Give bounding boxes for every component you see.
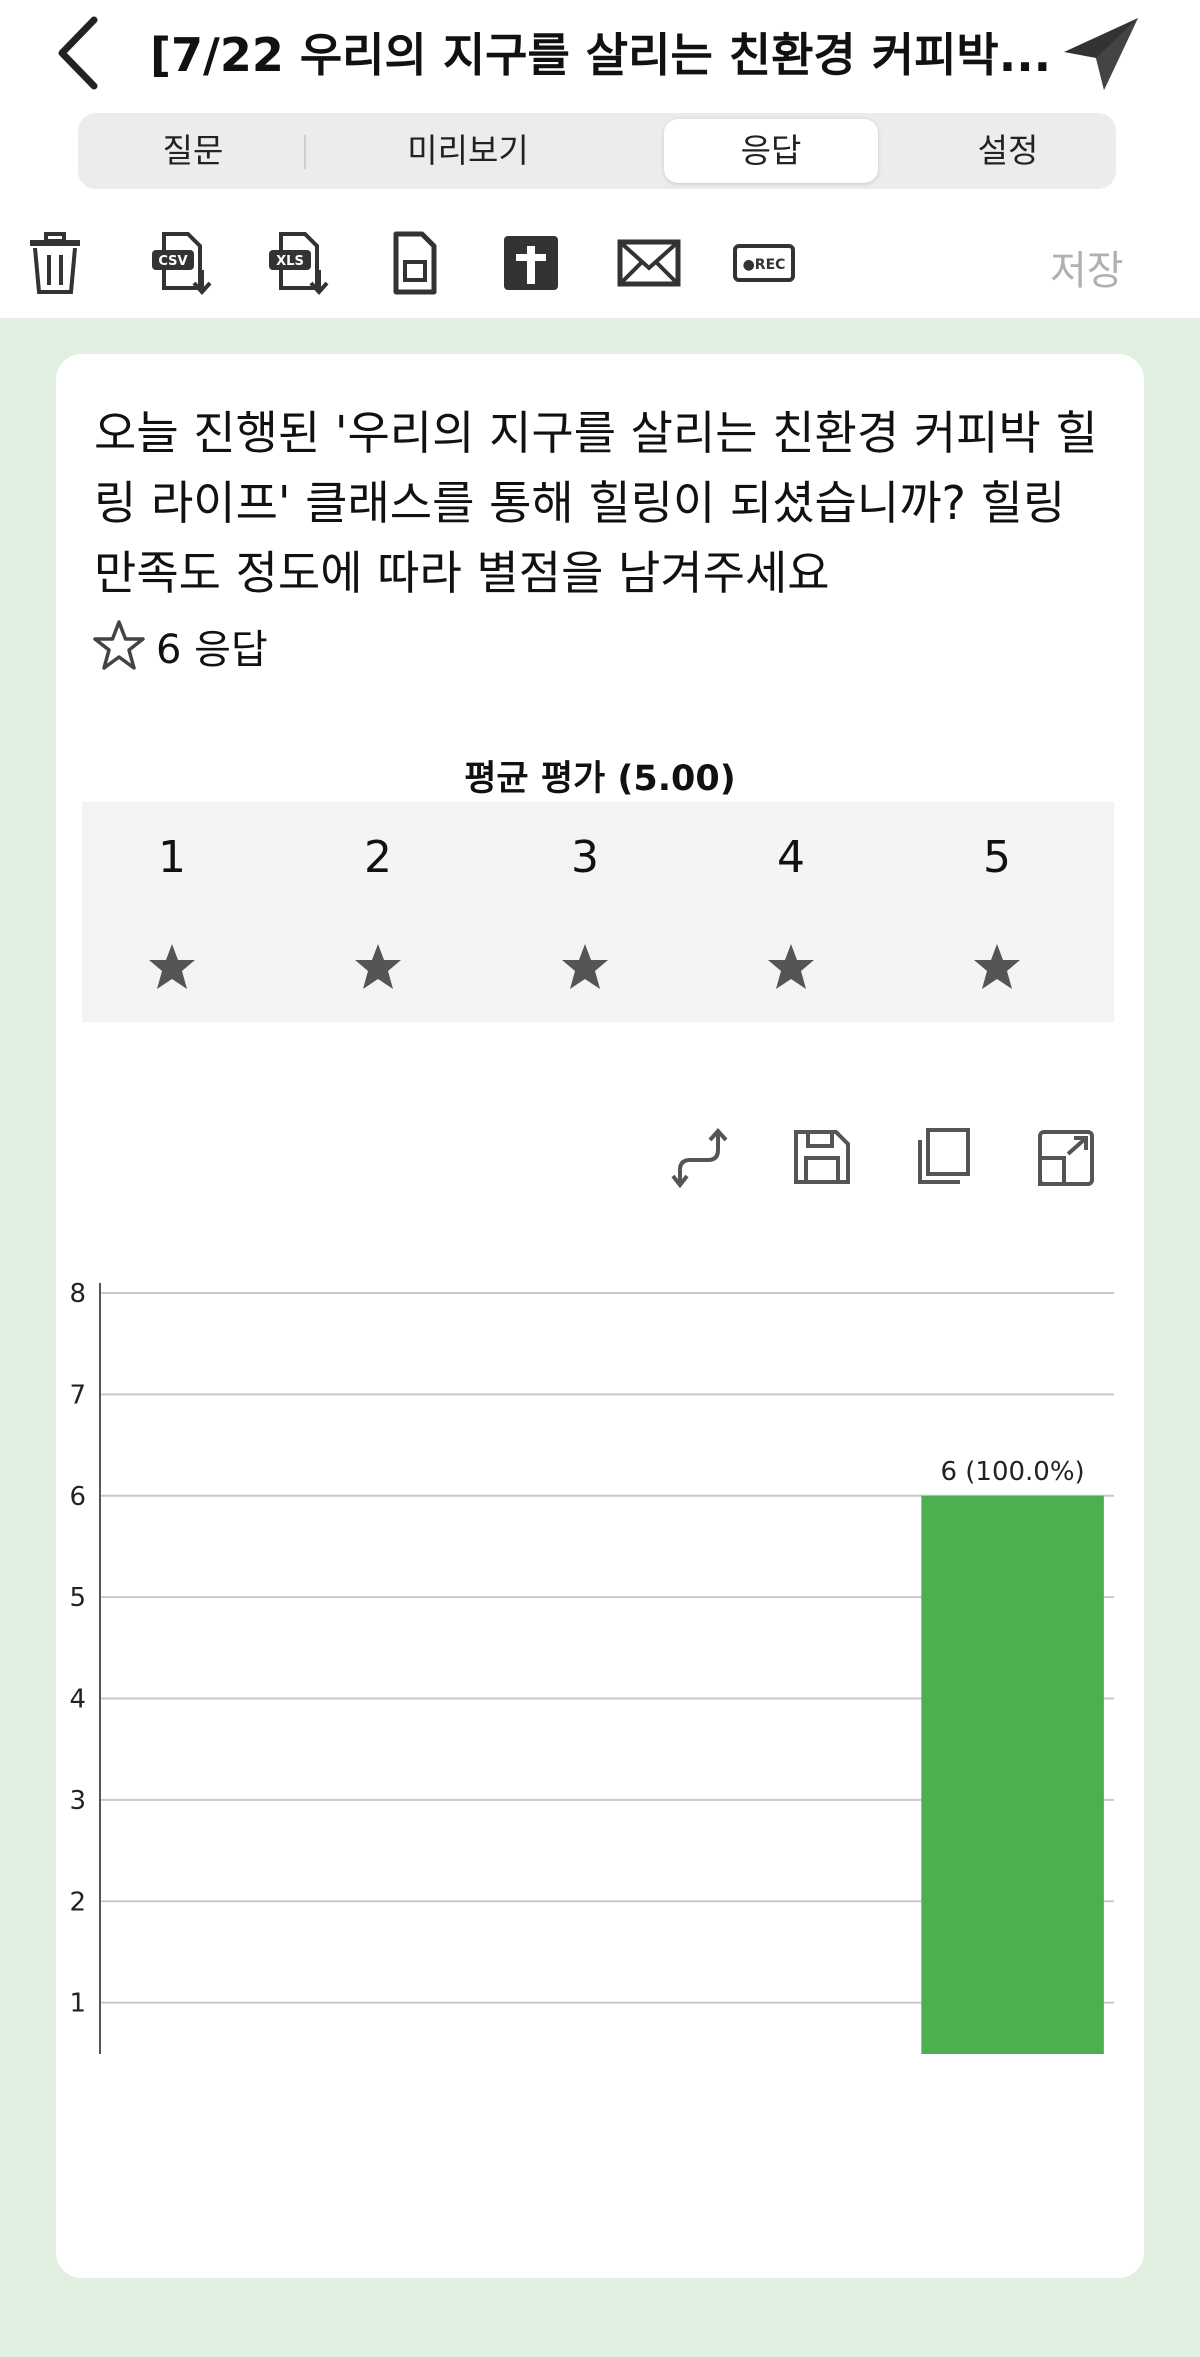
rec-icon: ●REC: [733, 244, 795, 282]
y-tick-label: 3: [69, 1786, 86, 1816]
page-title: [7/22 우리의 지구를 살리는 친환경 커피박...: [150, 28, 1052, 82]
send-button[interactable]: [1060, 12, 1142, 94]
csv-download-icon: CSV: [152, 232, 212, 296]
data-label: 6 (100.0%): [940, 1457, 1084, 1487]
y-tick-label: 6: [69, 1482, 86, 1512]
rating-number: 4: [777, 832, 805, 883]
paper-plane-icon: [1064, 18, 1138, 90]
response-bar-chart: 0123456780 (0%)10 (0%)20 (0%)30 (0%)46 (…: [69, 1279, 1114, 2054]
save-button[interactable]: 저장: [1050, 238, 1124, 296]
chevron-left-icon: [58, 16, 98, 90]
expand-icon: [1038, 1130, 1094, 1186]
csv-download-button[interactable]: CSV: [148, 230, 214, 296]
back-button[interactable]: [48, 14, 112, 92]
document-button[interactable]: [382, 230, 448, 296]
copy-chart-button[interactable]: [914, 1126, 974, 1188]
y-tick-label: 4: [69, 1685, 86, 1715]
average-rating-title: 평균 평가 (5.00): [464, 759, 736, 799]
tab-divider: [304, 135, 306, 169]
swap-axes-icon: [671, 1127, 728, 1189]
print-button[interactable]: [498, 230, 564, 296]
record-button[interactable]: ●REC: [732, 230, 798, 296]
document-icon: [393, 231, 437, 295]
y-tick-label: 7: [69, 1380, 86, 1410]
rating-number: 5: [983, 832, 1011, 883]
csv-label: CSV: [158, 254, 187, 269]
tab-preview[interactable]: 미리보기: [378, 119, 558, 183]
star-icon: [768, 944, 814, 989]
y-tick-label: 8: [69, 1279, 86, 1309]
bar: [921, 1495, 1104, 2054]
top-bar: [7/22 우리의 지구를 살리는 친환경 커피박... 질문 미리보기 응답 …: [0, 0, 1200, 318]
tab-responses[interactable]: 응답: [664, 119, 878, 183]
cross-icon: [504, 236, 558, 290]
rec-label: ●REC: [743, 257, 786, 273]
tab-questions[interactable]: 질문: [118, 119, 268, 183]
xls-label: XLS: [276, 254, 304, 269]
trash-icon: [30, 232, 80, 294]
rating-number: 3: [571, 832, 599, 883]
star-icon: [355, 944, 401, 989]
expand-chart-button[interactable]: [1036, 1126, 1096, 1188]
y-tick-label: 2: [69, 1887, 86, 1917]
save-icon: [794, 1130, 850, 1184]
rating-number: 2: [364, 832, 392, 883]
email-button[interactable]: [616, 230, 682, 296]
star-outline-icon: [93, 620, 145, 670]
response-count-label: 6 응답: [156, 627, 268, 673]
tab-settings[interactable]: 설정: [928, 119, 1088, 183]
copy-icon: [918, 1128, 970, 1184]
rating-number: 1: [158, 832, 186, 883]
save-chart-button[interactable]: [792, 1126, 852, 1188]
star-icon: [562, 944, 608, 989]
star-icon: [149, 944, 195, 989]
xls-download-button[interactable]: XLS: [265, 230, 331, 296]
response-count: 6 응답: [92, 616, 268, 676]
delete-button[interactable]: [22, 230, 88, 296]
star-icon: [974, 944, 1020, 989]
question-text: 오늘 진행된 '우리의 지구를 살리는 친환경 커피박 힐링 라이프' 클래스를…: [94, 406, 1098, 600]
y-tick-label: 1: [69, 1989, 86, 2019]
mail-icon: [617, 239, 681, 287]
xls-download-icon: XLS: [269, 232, 329, 296]
segmented-tabs: 질문 미리보기 응답 설정: [78, 113, 1116, 189]
swap-axes-button[interactable]: [670, 1126, 730, 1189]
y-tick-label: 5: [69, 1583, 86, 1613]
rating-scale: 1 2 3 4 5: [82, 802, 1114, 1022]
response-card: 오늘 진행된 '우리의 지구를 살리는 친환경 커피박 힐링 라이프' 클래스를…: [56, 354, 1144, 2278]
